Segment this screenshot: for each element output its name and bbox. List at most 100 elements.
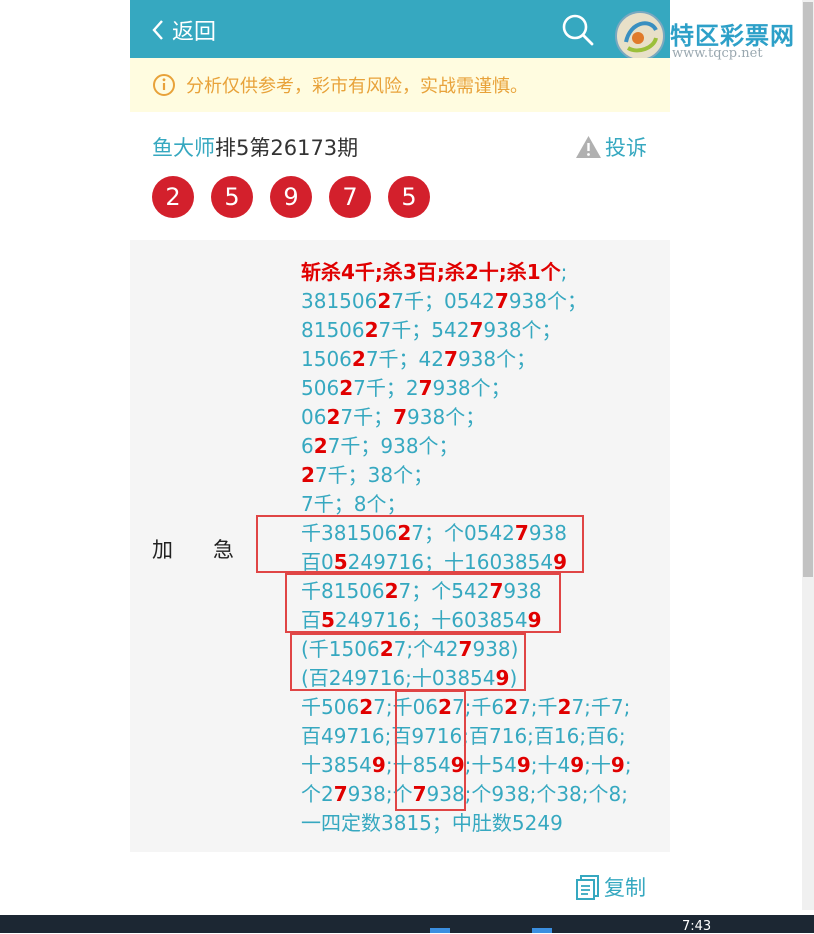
issue-title: 排5第26173期 — [215, 136, 359, 160]
line-text: ;十54 — [464, 753, 517, 777]
notice-text: 分析仅供参考，彩市有风险，实战需谨慎。 — [186, 76, 528, 97]
highlight-digit: 2 — [397, 521, 412, 545]
result-ball: 2 — [152, 176, 194, 218]
prediction-line: 百5249716；十6038549 — [301, 606, 632, 635]
prediction-line: 十38549;十8549;十549;十49;十9; — [301, 751, 632, 780]
highlight-digit: 9 — [450, 753, 465, 777]
line-text: 7;个42 — [393, 637, 459, 661]
complain-label: 投诉 — [605, 136, 647, 160]
line-text: 938个； — [457, 347, 537, 371]
line-text: 7千；42 — [365, 347, 445, 371]
line-text: 938;个938;个38;个8; — [426, 782, 628, 806]
copy-icon — [576, 875, 599, 900]
highlight-digit: 9 — [527, 608, 542, 632]
line-text: 个2 — [301, 782, 334, 806]
highlight-digit: 2 — [339, 376, 354, 400]
author-link[interactable]: 鱼大师 — [152, 136, 215, 160]
highlight-digit: 7 — [444, 347, 458, 371]
highlight-digit: 7 — [333, 782, 348, 806]
result-ball: 9 — [270, 176, 312, 218]
copy-button[interactable]: 复制 — [575, 872, 646, 902]
line-text: 7千；38个； — [314, 463, 434, 487]
highlight-digit: 5 — [333, 550, 348, 574]
highlight-digit: 7 — [412, 782, 427, 806]
line-text: 249716；十1603854 — [347, 550, 554, 574]
line-text: 7千； — [340, 405, 394, 429]
prediction-line: 千50627;千0627;千627;千27;千7; — [301, 693, 632, 722]
prediction-line: 50627千；27938个； — [301, 374, 632, 403]
line-text: ; — [560, 260, 568, 284]
prediction-lines: 斩杀4千;杀3百;杀2十;杀1个; 38150627千；05427938个； 815… — [301, 258, 632, 838]
line-text: 381506 — [301, 289, 378, 313]
line-text: 7；个542 — [398, 579, 490, 603]
line-text: 十3854 — [301, 753, 372, 777]
line-text: 千506 — [301, 695, 360, 719]
highlight-digit: 2 — [438, 695, 452, 719]
line-text: 7;千7; — [571, 695, 631, 719]
highlight-digit: 2 — [379, 637, 394, 661]
line-text: ; — [624, 753, 632, 777]
risk-notice: 分析仅供参考，彩市有风险，实战需谨慎。 — [130, 58, 670, 112]
line-text: 7千；0542 — [391, 289, 495, 313]
highlight-digit: 2 — [359, 695, 374, 719]
line-text: 938个； — [508, 289, 588, 313]
line-text: 938个； — [432, 376, 511, 400]
line-text: ) — [509, 666, 518, 690]
result-ball: 5 — [211, 176, 253, 218]
line-text: 938) — [472, 637, 519, 661]
highlight-digit: 2 — [504, 695, 519, 719]
taskbar-app-icon[interactable] — [430, 928, 450, 933]
warning-icon — [576, 136, 601, 158]
line-text: ;十854 — [385, 753, 451, 777]
line-text: ;十4 — [530, 753, 571, 777]
highlight-digit: 2 — [384, 579, 399, 603]
line-text: 百49716;百9716;百716;百16;百6; — [301, 724, 626, 748]
line-text: 938个； — [483, 318, 562, 342]
result-ball: 7 — [329, 176, 371, 218]
highlight-digit: 7 — [418, 376, 433, 400]
line-text: 7千；2 — [353, 376, 419, 400]
highlight-digit: 2 — [326, 405, 341, 429]
highlight-digit: 9 — [371, 753, 386, 777]
line-text: 7；个0542 — [411, 521, 515, 545]
back-button[interactable]: 返回 — [150, 12, 216, 48]
taskbar-app-icon[interactable] — [532, 928, 552, 933]
line-text: 7;千6 — [451, 695, 505, 719]
prediction-line: 150627千；427938个； — [301, 345, 632, 374]
line-text: 506 — [301, 376, 340, 400]
line-text: 938;个 — [347, 782, 413, 806]
scrollbar-thumb[interactable] — [803, 2, 813, 577]
highlight-digit: 5 — [321, 608, 335, 632]
highlight-digit: 2 — [351, 347, 366, 371]
prediction-line: 斩杀4千;杀3百;杀2十;杀1个; — [301, 258, 632, 287]
line-text: 百 — [301, 608, 321, 632]
highlight-digit: 7 — [469, 318, 484, 342]
highlight-digit: 2 — [313, 434, 328, 458]
logo-mark-icon — [615, 11, 665, 61]
line-text: 一四定数3815；中肚数5249 — [301, 811, 563, 835]
line-text: 81506 — [301, 318, 365, 342]
highlight-digit: 2 — [557, 695, 572, 719]
prediction-line: (千150627;个427938) — [301, 635, 632, 664]
highlight-digit: 2 — [364, 318, 379, 342]
copy-label: 复制 — [604, 876, 646, 900]
info-icon — [153, 74, 175, 96]
chevron-left-icon — [152, 20, 163, 40]
prediction-line: 27千；38个； — [301, 461, 632, 490]
taskbar-clock: 7:43 — [682, 919, 712, 934]
highlight-digit: 7 — [514, 521, 529, 545]
prediction-line: 百05249716；十16038549 — [301, 548, 632, 577]
complain-button[interactable]: 投诉 — [575, 132, 647, 162]
search-icon[interactable] — [560, 12, 596, 48]
line-text: 千81506 — [301, 579, 385, 603]
os-taskbar: 7:43 — [0, 915, 814, 934]
line-text: ;十 — [584, 753, 611, 777]
highlight-digit: 7 — [458, 637, 473, 661]
line-text: (千1506 — [301, 637, 380, 661]
line-text: 249716；十603854 — [334, 608, 528, 632]
line-text: 7千；8个； — [301, 492, 407, 516]
highlight-digit: 7 — [393, 405, 408, 429]
prediction-line: 百49716;百9716;百716;百16;百6; — [301, 722, 632, 751]
priority-tag: 加急 — [152, 538, 274, 562]
top-header: 返回 — [130, 0, 670, 58]
